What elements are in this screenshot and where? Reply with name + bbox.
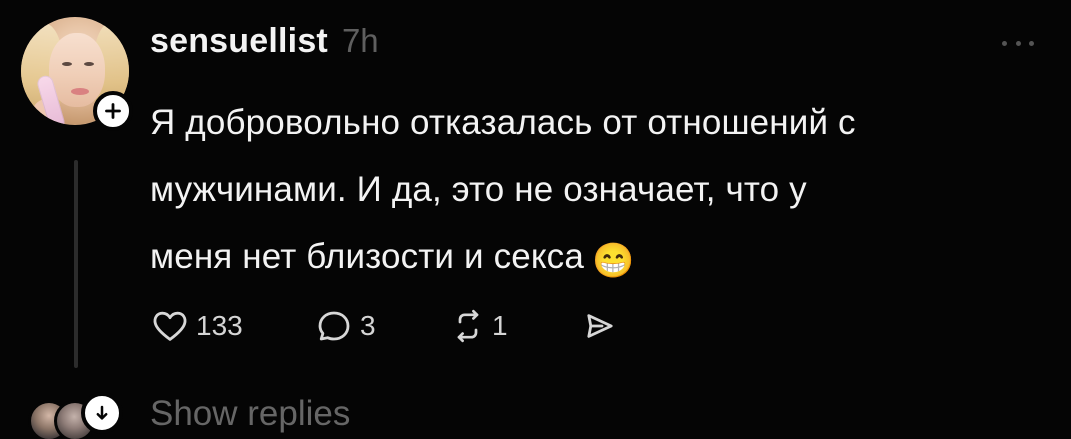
reply-button[interactable]: 3 [314, 302, 454, 350]
repost-count: 1 [492, 310, 508, 341]
comment-icon [318, 311, 350, 341]
send-icon [587, 314, 613, 338]
post-header: sensuellist 7h [150, 22, 379, 62]
post-actions: 133 3 1 [150, 302, 626, 350]
post-text: Я добровольно отказалась от отношений с … [150, 103, 856, 276]
share-button[interactable] [578, 302, 626, 350]
plus-icon [105, 103, 121, 119]
show-replies-link[interactable]: Show replies [150, 396, 350, 431]
post-body: Я добровольно отказалась от отношений с … [150, 89, 1055, 290]
like-count: 133 [196, 310, 243, 341]
thread-line [74, 160, 78, 368]
more-dot-1 [1002, 40, 1007, 46]
heart-icon [153, 311, 187, 341]
repost-icon [457, 309, 479, 343]
repost-button[interactable]: 1 [448, 302, 560, 350]
more-options-button[interactable] [1000, 34, 1036, 52]
more-dot-3 [1029, 40, 1034, 46]
arrow-down-icon [96, 405, 108, 420]
post-timestamp: 7h [341, 22, 379, 59]
reply-count: 3 [360, 310, 376, 341]
username-link[interactable]: sensuellist [150, 22, 328, 61]
like-button[interactable]: 133 [150, 302, 258, 350]
avatar-right-eye [84, 62, 94, 66]
more-dot-2 [1015, 40, 1021, 46]
replies-summary: Show replies [28, 392, 448, 439]
follow-button[interactable] [93, 91, 133, 131]
grinning-face-emoji: 😁 [591, 242, 635, 280]
expand-replies-button[interactable] [81, 392, 123, 434]
avatar-left-eye [62, 62, 72, 66]
avatar-lips [71, 88, 89, 95]
